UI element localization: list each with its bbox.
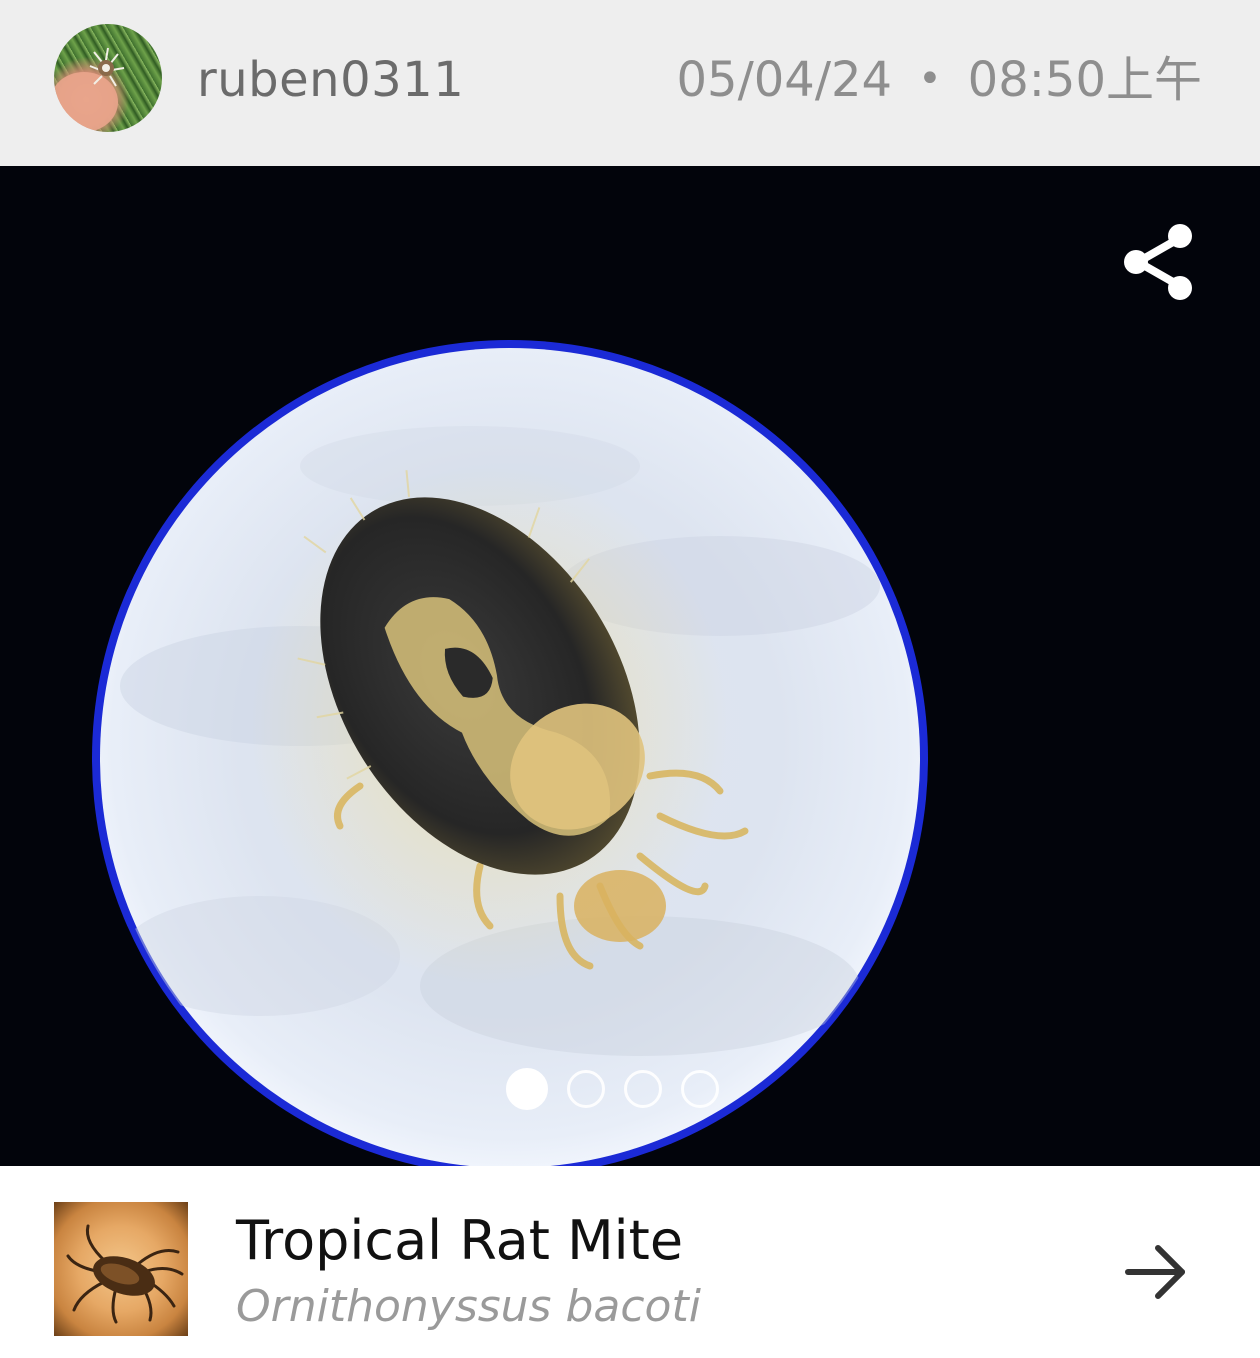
arrow-right-icon	[1125, 1245, 1185, 1299]
observation-date: 05/04/24	[676, 52, 893, 108]
page-dot-2[interactable]	[567, 1070, 605, 1108]
species-identification-row[interactable]: Tropical Rat Mite Ornithonyssus bacoti	[0, 1166, 1260, 1358]
page-dot-1[interactable]	[506, 1068, 548, 1110]
observation-card: ruben0311 05/04/24 • 08:50上午 Tropical Ra…	[0, 0, 1260, 1358]
share-button[interactable]	[1118, 222, 1198, 302]
observation-photo[interactable]	[0, 166, 1260, 1166]
photo-page-indicator	[506, 1068, 719, 1114]
avatar-image	[54, 47, 125, 132]
species-scientific-name: Ornithonyssus bacoti	[236, 1281, 701, 1332]
username[interactable]: ruben0311	[197, 50, 464, 110]
page-dot-3[interactable]	[624, 1070, 662, 1108]
open-species-button[interactable]	[1124, 1240, 1188, 1304]
observation-header: ruben0311 05/04/24 • 08:50上午	[0, 0, 1260, 166]
share-icon	[1124, 224, 1192, 300]
microscope-photo	[92, 340, 928, 1166]
species-common-name: Tropical Rat Mite	[236, 1209, 684, 1272]
user-avatar[interactable]	[54, 24, 162, 132]
mite-thumbnail-image	[66, 1224, 184, 1324]
observation-datetime: 05/04/24 • 08:50上午	[676, 50, 1202, 113]
page-dot-4[interactable]	[681, 1070, 719, 1108]
observation-time: 08:50上午	[967, 52, 1202, 108]
species-thumbnail[interactable]	[54, 1202, 188, 1336]
separator-dot: •	[918, 56, 942, 102]
